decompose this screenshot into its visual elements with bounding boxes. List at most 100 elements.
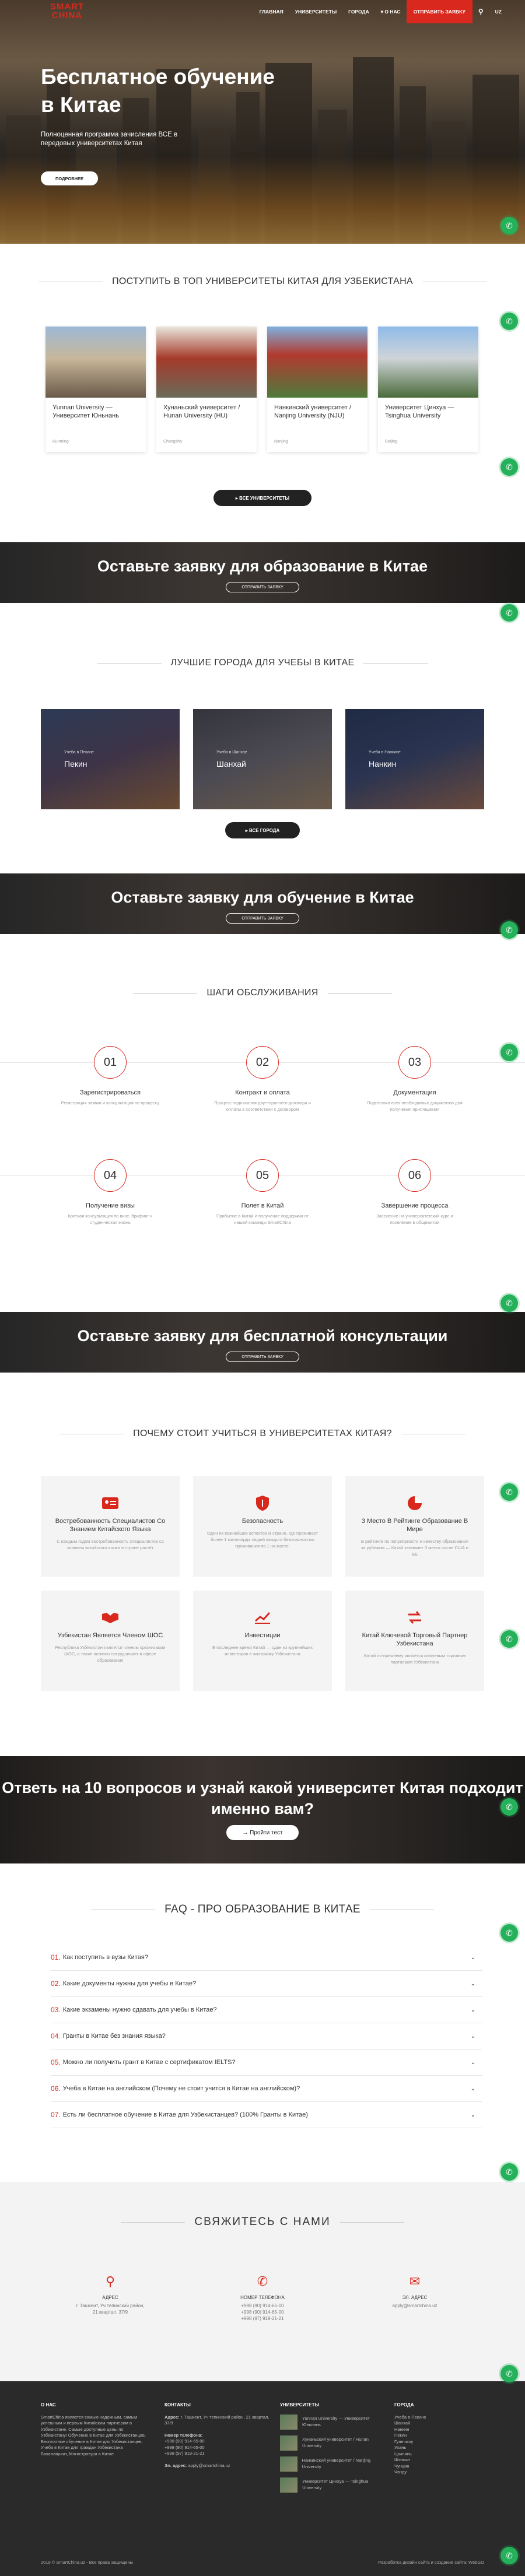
university-image xyxy=(46,327,146,398)
quiz-title: Ответь на 10 вопросов и узнай какой унив… xyxy=(2,1779,523,1817)
chevron-down-icon: ⌄ xyxy=(470,2085,475,2092)
faq-item[interactable]: 07. Есть ли бесплатное обучение в Китае д… xyxy=(51,2102,482,2128)
step-title: Получение визы xyxy=(86,1202,135,1209)
footer-city-link[interactable]: Учеба в Пекине xyxy=(394,2414,482,2421)
all-cities-button[interactable]: ▸ Все города xyxy=(225,822,300,838)
apply-banner-1: Оставьте заявку для образование в Китае … xyxy=(0,542,525,603)
footer-university-link[interactable]: Yunnan University — Университет Юньнань xyxy=(280,2414,379,2430)
step-item: 04 Получение визы Краткая консультация п… xyxy=(41,1159,180,1226)
whatsapp-icon[interactable]: ✆ xyxy=(501,1630,518,1648)
footer-city-link[interactable]: Чунцин xyxy=(394,2463,482,2470)
step-desc: Краткая консультация по визе, брифинг и … xyxy=(68,1213,153,1225)
faq-item[interactable]: 03. Какие экзамены нужно сдавать для учеб… xyxy=(51,1997,482,2023)
logo[interactable]: SMART CHINA xyxy=(41,2,93,26)
footer-city-link[interactable]: Чэнду xyxy=(394,2469,482,2476)
footer-email[interactable]: apply@smartchina.uz xyxy=(188,2463,230,2468)
university-card[interactable]: Университет Цинхуа — Tsinghua University… xyxy=(378,327,478,452)
step-title: Документация xyxy=(393,1089,436,1096)
universities-heading: Поступить в топ университеты Китая для У… xyxy=(0,276,525,287)
whatsapp-icon[interactable]: ✆ xyxy=(501,217,518,234)
hero-more-button[interactable]: Подробнее xyxy=(41,171,98,185)
footer-university-link[interactable]: Университет Цинхуа — Tsinghua University xyxy=(280,2477,379,2493)
why-title: Востребованность Специалистов Со Знанием… xyxy=(55,1518,166,1533)
footer-phone[interactable]: +998 (97) 919-21-21 xyxy=(164,2451,270,2457)
university-card[interactable]: Yunnan University — Университет Юньнань … xyxy=(46,327,146,452)
copyright: 2019 © SmartChina.uz - Все права защищен… xyxy=(41,2560,133,2565)
step-title: Зарегистрироваться xyxy=(79,1089,141,1096)
whatsapp-icon[interactable]: ✆ xyxy=(501,2365,518,2382)
all-universities-button[interactable]: ▸ Все университеты xyxy=(214,490,312,506)
university-name: Yunnan University — Университет Юньнань xyxy=(52,404,119,419)
whatsapp-icon[interactable]: ✆ xyxy=(501,1924,518,1942)
whatsapp-icon[interactable]: ✆ xyxy=(501,921,518,939)
phone-link[interactable]: +998 (90) 914-65-00 xyxy=(193,2309,332,2315)
whatsapp-icon[interactable]: ✆ xyxy=(501,1798,518,1816)
footer-city-link[interactable]: Гуанчжоу xyxy=(394,2439,482,2445)
faq-item[interactable]: 06. Учеба в Китае на английском (Почему н… xyxy=(51,2076,482,2102)
banner-apply-button[interactable]: Отправить заявку xyxy=(226,1352,299,1362)
university-card[interactable]: Нанкинский университет / Nanjing Univers… xyxy=(267,327,368,452)
whatsapp-icon[interactable]: ✆ xyxy=(501,1483,518,1501)
footer-city-link[interactable]: Пекин xyxy=(394,2433,482,2439)
faq-item[interactable]: 02. Какие документы нужны для учебы в Кит… xyxy=(51,1971,482,1997)
city-card[interactable]: Учеба в Нанкине Нанкин xyxy=(345,709,484,809)
email-link[interactable]: apply@smartchina.uz xyxy=(345,2303,484,2309)
developer-link[interactable]: Разработка дизайн сайта и создание сайта… xyxy=(378,2560,484,2565)
university-name: Университет Цинхуа — Tsinghua University xyxy=(385,404,454,419)
faq-question: Как поступить в вузы Китая? xyxy=(62,1954,148,1961)
all-cities-label: Все города xyxy=(249,827,280,833)
university-tag: Nanjing xyxy=(274,440,288,444)
quiz-start-button[interactable]: → Пройти тест xyxy=(226,1825,299,1840)
whatsapp-icon[interactable]: ✆ xyxy=(501,1044,518,1061)
why-desc: В последнее время Китай — один из крупне… xyxy=(212,1645,313,1656)
whatsapp-icon[interactable]: ✆ xyxy=(501,313,518,330)
why-card: Востребованность Специалистов Со Знанием… xyxy=(41,1476,180,1577)
nav-apply-button[interactable]: Отправить заявку xyxy=(406,0,473,23)
footer-phone[interactable]: +998 (90) 914-65-00 xyxy=(164,2438,270,2445)
footer-city-link[interactable]: Цзилинь xyxy=(394,2451,482,2458)
nav-home[interactable]: Главная xyxy=(253,0,289,23)
footer-city-link[interactable]: Ухань xyxy=(394,2445,482,2451)
university-tag: Kunming xyxy=(52,440,69,444)
contact-line: г. Ташкент, Уч тепинский район, xyxy=(76,2303,145,2308)
id-card-icon xyxy=(101,1495,120,1511)
why-grid: Востребованность Специалистов Со Знанием… xyxy=(41,1476,484,1691)
why-card: Инвестиции В последнее время Китай — оди… xyxy=(193,1591,332,1691)
footer-city-link[interactable]: Шанхай xyxy=(394,2420,482,2427)
quiz-start-label: Пройти тест xyxy=(250,1829,283,1836)
lang-switch[interactable]: UZ xyxy=(489,0,508,23)
phone-link[interactable]: +998 (90) 914-65-00 xyxy=(193,2303,332,2309)
chevron-down-icon: ⌄ xyxy=(470,2033,475,2040)
city-card[interactable]: Учеба в Шанхае Шанхай xyxy=(193,709,332,809)
footer-city-link[interactable]: Шэньян xyxy=(394,2457,482,2463)
city-card[interactable]: Учеба в Пекине Пекин xyxy=(41,709,180,809)
step-item: 05 Полет в Китай Прибытие в Китай и полу… xyxy=(193,1159,332,1226)
phone-link[interactable]: +998 (97) 919-21-21 xyxy=(193,2315,332,2322)
footer-phone[interactable]: +998 (90) 914-65-00 xyxy=(164,2445,270,2451)
faq-item[interactable]: 04. Гранты в Китае без знания языка? ⌄ xyxy=(51,2023,482,2049)
contact-title: Номер телефона xyxy=(240,2295,285,2300)
contact-phone: ✆ Номер телефона +998 (90) 914-65-00 +99… xyxy=(193,2274,332,2322)
whatsapp-icon[interactable]: ✆ xyxy=(501,2547,518,2564)
university-card[interactable]: Хунаньский университет / Hunan Universit… xyxy=(156,327,257,452)
footer-university-link[interactable]: Нанкинский университет / Nanjing Univers… xyxy=(280,2456,379,2472)
nav-universities[interactable]: Университеты xyxy=(289,0,342,23)
search-icon[interactable]: ⚲ xyxy=(473,0,489,23)
hero-title: Бесплатное обучение в Китае xyxy=(41,65,275,117)
nav-cities[interactable]: Города xyxy=(342,0,375,23)
faq-num: 01. xyxy=(51,1953,61,1961)
banner-apply-button[interactable]: Отправить заявку xyxy=(226,582,299,592)
faq-item[interactable]: 05. Можно ли получить грант в Китае с сер… xyxy=(51,2049,482,2076)
faq-item[interactable]: 01. Как поступить в вузы Китая? ⌄ xyxy=(51,1945,482,1971)
whatsapp-icon[interactable]: ✆ xyxy=(501,604,518,622)
whatsapp-icon[interactable]: ✆ xyxy=(501,2163,518,2181)
banner-apply-button[interactable]: Отправить заявку xyxy=(226,913,299,924)
whatsapp-icon[interactable]: ✆ xyxy=(501,1294,518,1312)
pie-chart-icon xyxy=(405,1495,424,1511)
footer-university-link[interactable]: Хунаньский университет / Hunan Universit… xyxy=(280,2435,379,2451)
footer-city-link[interactable]: Нанкин xyxy=(394,2427,482,2433)
nav-about[interactable]: ▾ О нас xyxy=(375,0,407,23)
apply-banner-3: Оставьте заявку для бесплатной консульта… xyxy=(0,1312,525,1373)
whatsapp-icon[interactable]: ✆ xyxy=(501,458,518,476)
footer-contacts: Контакты Адрес: г. Ташкент, Уч тепинский… xyxy=(164,2402,270,2469)
